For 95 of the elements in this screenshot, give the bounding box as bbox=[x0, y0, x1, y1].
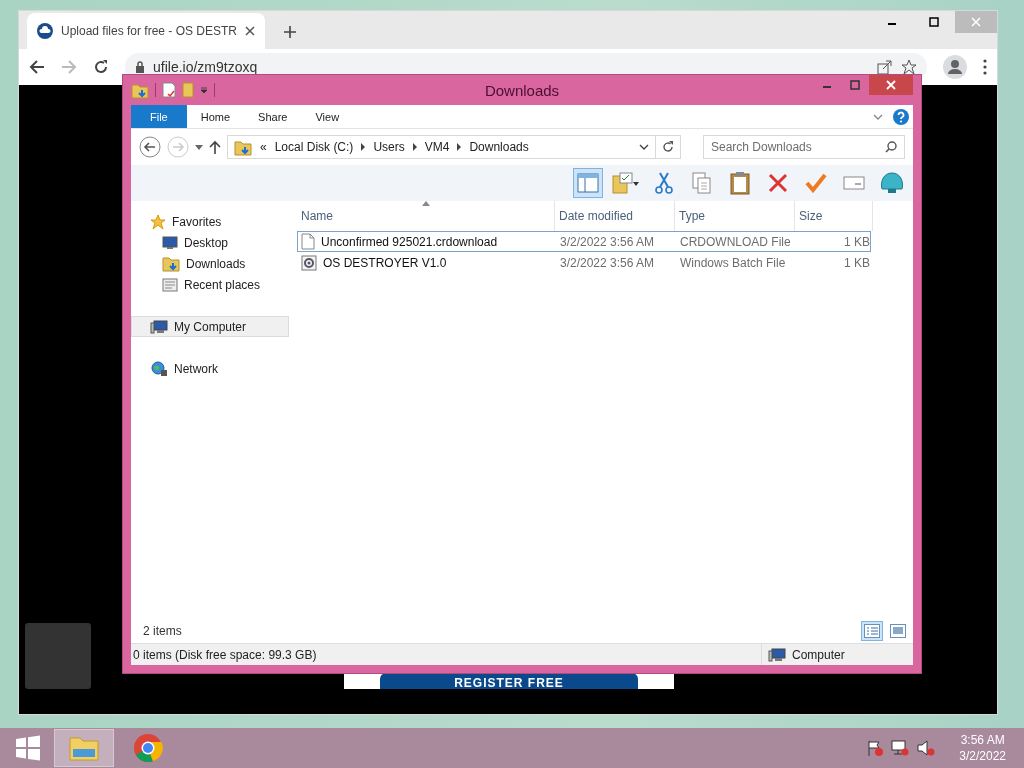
view-toggle[interactable] bbox=[887, 621, 909, 641]
up-arrow-icon[interactable] bbox=[209, 140, 221, 154]
details-view-icon bbox=[864, 624, 880, 638]
folder-icon bbox=[162, 255, 180, 272]
status-text: 0 items (Disk free space: 99.3 GB) bbox=[132, 647, 318, 662]
breadcrumb-item[interactable]: Users bbox=[373, 140, 405, 154]
speaker-muted-icon[interactable] bbox=[917, 740, 936, 756]
chrome-icon bbox=[133, 733, 163, 763]
close-icon bbox=[971, 17, 981, 27]
refresh-button[interactable] bbox=[655, 135, 681, 159]
scissors-icon bbox=[655, 172, 673, 194]
windows-logo-icon[interactable] bbox=[15, 735, 41, 761]
network-alert-icon[interactable] bbox=[891, 740, 910, 756]
flag-alert-icon[interactable] bbox=[867, 740, 884, 756]
window-title: Downloads bbox=[484, 81, 560, 99]
search-icon bbox=[885, 141, 897, 153]
ribbon-tab[interactable]: Home bbox=[186, 105, 245, 128]
file-row[interactable]: Unconfirmed 925021.crdownload 3/2/2022 3:56 AM CRDOWNLOAD File 1 KB bbox=[297, 231, 871, 252]
overflow-chevron[interactable]: « bbox=[260, 140, 267, 154]
share-icon[interactable] bbox=[877, 59, 893, 75]
preview-pane-icon bbox=[577, 173, 599, 193]
checkmark-icon bbox=[805, 173, 827, 193]
view-toggle[interactable] bbox=[861, 621, 883, 641]
caret-icon[interactable] bbox=[195, 144, 203, 150]
star-icon bbox=[150, 213, 166, 230]
clipboard-icon bbox=[730, 171, 750, 195]
type-cell-text: Windows Batch File bbox=[679, 255, 787, 270]
chevron-right-icon[interactable] bbox=[412, 143, 417, 151]
search-field[interactable]: Search Downloads bbox=[703, 135, 905, 159]
url-text: ufile.io/zm9tzoxq bbox=[153, 59, 258, 75]
preview-pane-button[interactable] bbox=[573, 168, 603, 198]
nav-item[interactable]: Downloads bbox=[131, 253, 289, 274]
nav-item[interactable]: Desktop bbox=[131, 232, 289, 253]
folder-icon bbox=[131, 81, 149, 99]
nav-item[interactable]: Network bbox=[131, 358, 289, 379]
captcha-badge bbox=[25, 623, 91, 689]
plus-icon[interactable] bbox=[283, 25, 297, 39]
caret-icon[interactable] bbox=[200, 86, 208, 94]
maximize-icon bbox=[929, 17, 939, 27]
reload-icon[interactable] bbox=[93, 59, 109, 75]
folder-icon bbox=[68, 734, 100, 762]
nav-item[interactable]: Recent places bbox=[131, 274, 289, 295]
shell-icon bbox=[879, 171, 905, 195]
rename-icon bbox=[843, 175, 865, 191]
star-outline-icon[interactable] bbox=[901, 59, 917, 75]
chevron-right-icon[interactable] bbox=[361, 143, 366, 151]
breadcrumb-item[interactable]: Downloads bbox=[469, 140, 529, 154]
breadcrumb-item[interactable]: Local Disk (C:) bbox=[274, 140, 354, 154]
cloud-logo-icon bbox=[37, 23, 53, 39]
document-icon bbox=[301, 233, 315, 250]
column-header[interactable]: Type bbox=[675, 201, 795, 231]
delete-x-icon bbox=[768, 173, 788, 193]
date-cell-text: 3/2/2022 3:56 AM bbox=[559, 234, 656, 249]
file-menu-button[interactable]: File bbox=[131, 105, 187, 128]
nav-item[interactable]: Favorites bbox=[131, 211, 289, 232]
close-button[interactable] bbox=[869, 75, 913, 95]
copy-icon bbox=[692, 172, 712, 194]
close-icon bbox=[886, 80, 896, 90]
ribbon-tab[interactable]: View bbox=[301, 105, 354, 128]
lock-icon bbox=[135, 61, 145, 73]
computer-icon bbox=[768, 647, 786, 662]
maximize-icon bbox=[850, 80, 860, 90]
properties-icon[interactable] bbox=[162, 82, 176, 98]
refresh-icon bbox=[662, 141, 674, 153]
column-header[interactable]: Date modified bbox=[555, 201, 675, 231]
folder-check-icon bbox=[612, 172, 640, 194]
help-icon[interactable] bbox=[893, 108, 909, 125]
size-cell-text: 1 KB bbox=[843, 234, 871, 249]
computer-icon bbox=[150, 319, 168, 334]
date-cell-text: 3/2/2022 3:56 AM bbox=[559, 255, 656, 270]
preview-view-icon bbox=[890, 624, 906, 638]
file-name: OS DESTROYER V1.0 bbox=[323, 255, 447, 270]
file-row[interactable]: OS DESTROYER V1.0 3/2/2022 3:56 AM Windows Batch File 1 KB bbox=[297, 252, 871, 273]
breadcrumb-item[interactable]: VM4 bbox=[424, 140, 450, 154]
chevron-right-icon[interactable] bbox=[457, 143, 462, 151]
ribbon-tab[interactable]: Share bbox=[244, 105, 302, 128]
folder-icon bbox=[234, 138, 252, 156]
file-name: Unconfirmed 925021.crdownload bbox=[321, 234, 498, 249]
more-menu-icon[interactable] bbox=[983, 59, 987, 75]
recent-places-icon bbox=[162, 276, 178, 293]
status-location: Computer bbox=[792, 647, 845, 662]
type-cell-text: CRDOWNLOAD File bbox=[679, 234, 792, 249]
nav-item[interactable]: My Computer bbox=[131, 316, 289, 337]
browser-tab[interactable]: Upload files for free - OS DESTR bbox=[27, 13, 265, 49]
item-count: 2 items bbox=[143, 624, 182, 638]
gear-document-icon bbox=[301, 254, 317, 271]
close-icon[interactable] bbox=[245, 26, 255, 36]
column-header[interactable]: Size bbox=[795, 201, 873, 231]
size-cell-text: 1 KB bbox=[843, 255, 871, 270]
address-field[interactable]: « Local Disk (C:) Users VM4 Downloads bbox=[227, 135, 656, 159]
profile-avatar-icon[interactable] bbox=[943, 55, 967, 79]
back-arrow-icon[interactable] bbox=[29, 59, 45, 75]
globe-icon bbox=[150, 360, 168, 377]
chevron-down-icon[interactable] bbox=[639, 144, 649, 150]
monitor-icon bbox=[162, 235, 178, 250]
